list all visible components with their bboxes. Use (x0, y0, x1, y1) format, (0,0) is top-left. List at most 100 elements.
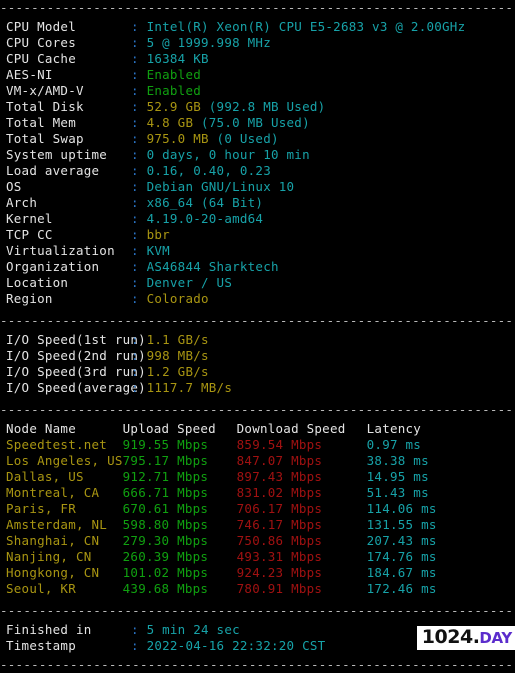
sysinfo-value-secondary: (75.0 MB Used) (193, 115, 310, 130)
sysinfo-row: Kernel: 4.19.0-20-amd64 (0, 211, 515, 227)
upload-speed-cell: 795.17 Mbps (122, 453, 209, 468)
separator-after-sysinfo: ----------------------------------------… (0, 313, 515, 328)
download-speed-cell: 831.02 Mbps (236, 485, 323, 500)
separator-after-io: ----------------------------------------… (0, 402, 515, 417)
sysinfo-label: Total Mem (6, 115, 76, 130)
io-speed-colon: : (131, 332, 147, 347)
footer-label: Finished in (6, 622, 92, 637)
sysinfo-row: Arch: x86_64 (64 Bit) (0, 195, 515, 211)
sysinfo-row: CPU Cores: 5 @ 1999.998 MHz (0, 35, 515, 51)
io-speed-row: I/O Speed(2nd run): 998 MB/s (0, 348, 515, 364)
sysinfo-colon: : (131, 211, 147, 226)
sysinfo-colon: : (131, 259, 147, 274)
latency-cell: 184.67 ms (366, 565, 437, 580)
io-speed-row: I/O Speed(3rd run): 1.2 GB/s (0, 364, 515, 380)
sysinfo-colon: : (131, 243, 147, 258)
sysinfo-value: 975.0 MB (146, 131, 209, 146)
node-name-cell: Los Angeles, US (6, 453, 123, 468)
sysinfo-label: Total Disk (6, 99, 84, 114)
table-row: Amsterdam, NL 598.80 Mbps 746.17 Mbps 131.5… (6, 517, 457, 533)
sysinfo-row: Region: Colorado (0, 291, 515, 307)
sysinfo-value: Enabled (146, 83, 201, 98)
sysinfo-colon: : (131, 227, 147, 242)
watermark-suffix: DAY (479, 629, 512, 647)
latency-cell: 38.38 ms (366, 453, 429, 468)
sysinfo-label: Location (6, 275, 69, 290)
separator-bottom: ----------------------------------------… (0, 657, 515, 672)
io-speed-row: I/O Speed(average): 1117.7 MB/s (0, 380, 515, 396)
download-speed-cell: 750.86 Mbps (236, 533, 323, 548)
download-speed-cell: 746.17 Mbps (236, 517, 323, 532)
download-speed-cell: 859.54 Mbps (236, 437, 323, 452)
table-row: Los Angeles, US 795.17 Mbps 847.07 Mbps 38.… (6, 453, 457, 469)
sysinfo-colon: : (131, 83, 147, 98)
table-row: Shanghai, CN 279.30 Mbps 750.86 Mbps 207.43… (6, 533, 457, 549)
download-speed-cell: 924.23 Mbps (236, 565, 323, 580)
column-header-upload-speed: Upload Speed (122, 421, 216, 436)
footer-label: Timestamp (6, 638, 76, 653)
sysinfo-value: Intel(R) Xeon(R) CPU E5-2683 v3 @ 2.00GH… (146, 19, 466, 34)
sysinfo-colon: : (131, 275, 147, 290)
sysinfo-label: Virtualization (6, 243, 115, 258)
speedtest-table-head: Node Name Upload Speed Download Speed La… (6, 421, 457, 437)
watermark-logo: 1024. DAY (416, 626, 515, 650)
footer-colon: : (131, 638, 147, 653)
sysinfo-row: Load average: 0.16, 0.40, 0.23 (0, 163, 515, 179)
node-name-cell: Shanghai, CN (6, 533, 100, 548)
sysinfo-colon: : (131, 291, 147, 306)
separator-top: ----------------------------------------… (0, 0, 515, 15)
sysinfo-label: CPU Model (6, 19, 76, 34)
sysinfo-colon: : (131, 163, 147, 178)
sysinfo-label: CPU Cores (6, 35, 76, 50)
watermark-dot: . (472, 626, 480, 648)
node-name-cell: Seoul, KR (6, 581, 76, 596)
sysinfo-label: Total Swap (6, 131, 84, 146)
table-row: Nanjing, CN 260.39 Mbps 493.31 Mbps 174.76 … (6, 549, 457, 565)
latency-cell: 51.43 ms (366, 485, 429, 500)
io-speed-label: I/O Speed(2nd run) (6, 348, 146, 363)
latency-cell: 207.43 ms (366, 533, 437, 548)
sysinfo-row: CPU Model: Intel(R) Xeon(R) CPU E5-2683 … (0, 19, 515, 35)
sysinfo-label: Organization (6, 259, 100, 274)
io-speed-label: I/O Speed(average) (6, 380, 146, 395)
sysinfo-value-secondary: (992.8 MB Used) (201, 99, 326, 114)
io-speed-label: I/O Speed(3rd run) (6, 364, 146, 379)
sysinfo-colon: : (131, 195, 147, 210)
sysinfo-value: 5 @ 1999.998 MHz (146, 35, 271, 50)
table-row: Speedtest.net 919.55 Mbps 859.54 Mbps 0.97 … (6, 437, 457, 453)
speedtest-table-body: Speedtest.net 919.55 Mbps 859.54 Mbps 0.97 … (6, 437, 457, 597)
footer-value: 2022-04-16 22:32:20 CST (146, 638, 326, 653)
sysinfo-value: Enabled (146, 67, 201, 82)
upload-speed-cell: 666.71 Mbps (122, 485, 209, 500)
sysinfo-label: Kernel (6, 211, 53, 226)
sysinfo-label: VM-x/AMD-V (6, 83, 84, 98)
io-speed-value: 1.1 GB/s (146, 332, 209, 347)
download-speed-cell: 493.31 Mbps (236, 549, 323, 564)
table-row: Paris, FR 670.61 Mbps 706.17 Mbps 114.06 ms (6, 501, 457, 517)
node-name-cell: Montreal, CA (6, 485, 100, 500)
upload-speed-cell: 101.02 Mbps (122, 565, 209, 580)
table-header-row: Node Name Upload Speed Download Speed La… (6, 421, 457, 437)
latency-cell: 0.97 ms (366, 437, 422, 452)
sysinfo-label: Region (6, 291, 53, 306)
sysinfo-colon: : (131, 35, 147, 50)
node-name-cell: Amsterdam, NL (6, 517, 108, 532)
io-speed-label: I/O Speed(1st run) (6, 332, 146, 347)
sysinfo-colon: : (131, 179, 147, 194)
io-speed-row: I/O Speed(1st run): 1.1 GB/s (0, 332, 515, 348)
table-row: Hongkong, CN 101.02 Mbps 924.23 Mbps 184.67… (6, 565, 457, 581)
sysinfo-colon: : (131, 147, 147, 162)
table-row: Seoul, KR 439.68 Mbps 780.91 Mbps 172.46 ms (6, 581, 457, 597)
column-header-node-name: Node Name (6, 421, 76, 436)
sysinfo-row: Total Mem: 4.8 GB (75.0 MB Used) (0, 115, 515, 131)
sysinfo-label: Arch (6, 195, 38, 210)
upload-speed-cell: 260.39 Mbps (122, 549, 209, 564)
download-speed-cell: 780.91 Mbps (236, 581, 323, 596)
sysinfo-value: 4.19.0-20-amd64 (146, 211, 264, 226)
node-name-cell: Speedtest.net (6, 437, 108, 452)
upload-speed-cell: 279.30 Mbps (122, 533, 209, 548)
sysinfo-row: Location: Denver / US (0, 275, 515, 291)
sysinfo-label: TCP CC (6, 227, 53, 242)
sysinfo-label: Load average (6, 163, 100, 178)
sysinfo-row: AES-NI: Enabled (0, 67, 515, 83)
